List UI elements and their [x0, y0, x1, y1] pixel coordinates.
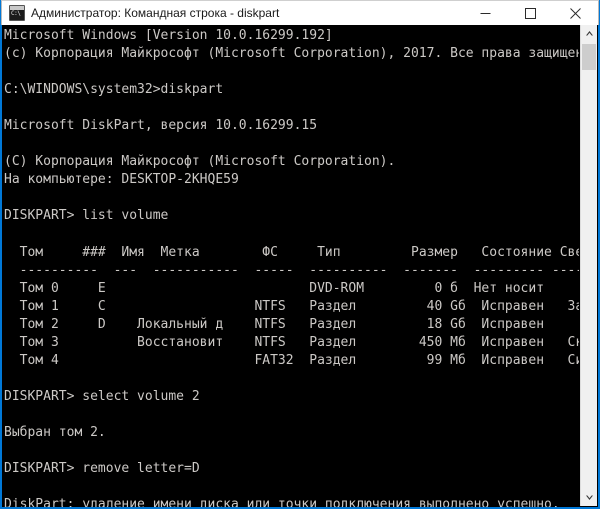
console-area[interactable]: Microsoft Windows [Version 10.0.16299.19…	[1, 25, 599, 508]
console-line: DiskPart: удаление имени диска или точки…	[4, 497, 560, 507]
console-line: C:\WINDOWS\system32>diskpart	[4, 82, 224, 98]
console-line: DISKPART> list volume	[4, 208, 169, 224]
chevron-down-icon	[585, 495, 593, 500]
scroll-up-button[interactable]	[581, 25, 597, 42]
console-line: Microsoft Windows [Version 10.0.16299.19…	[4, 28, 333, 43]
console-line: Выбран том 2.	[4, 425, 106, 441]
console-line: (C) Корпорация Майкрософт (Microsoft Cor…	[4, 154, 396, 170]
console-line: (c) Корпорация Майкрософт (Microsoft Cor…	[4, 46, 579, 62]
console-line: Том 0 E DVD-ROM 0 б Нет носит	[4, 280, 545, 296]
maximize-icon	[525, 7, 536, 19]
window-title: Администратор: Командная строка - diskpa…	[31, 6, 280, 20]
console-line: Том 2 D Локальный д NTFS Раздел 18 Gб Ис…	[4, 316, 545, 332]
scrollbar-thumb[interactable]	[582, 44, 596, 70]
console-line: ---------- --- ----------- ----- -------…	[4, 262, 579, 278]
title-bar[interactable]: C:\ Администратор: Командная строка - di…	[1, 0, 599, 25]
close-button[interactable]	[553, 1, 598, 25]
console-line: Microsoft DiskPart, версия 10.0.16299.15	[4, 118, 318, 134]
console-line: DISKPART> remove letter=D	[4, 461, 200, 477]
minimize-icon	[480, 12, 491, 14]
scroll-down-button[interactable]	[581, 489, 597, 506]
console-line: Том 1 C NTFS Раздел 40 Gб Исправен Загру…	[4, 298, 579, 314]
close-icon	[570, 7, 581, 19]
minimize-button[interactable]	[463, 1, 508, 25]
console-line: Том 3 Восстановит NTFS Раздел 450 Мб Исп…	[4, 334, 579, 350]
console-line: Том ### Имя Метка ФС Тип Размер Состояни…	[4, 244, 579, 260]
console-line: DISKPART> select volume 2	[4, 388, 200, 404]
console-icon: C:\	[9, 5, 25, 21]
console-output[interactable]: Microsoft Windows [Version 10.0.16299.19…	[4, 27, 579, 507]
console-line: На компьютере: DESKTOP-2KHQE59	[4, 172, 239, 188]
console-line: Том 4 FAT32 Раздел 99 Мб Исправен Систем…	[4, 352, 579, 368]
vertical-scrollbar[interactable]	[580, 25, 597, 506]
maximize-button[interactable]	[508, 1, 553, 25]
command-prompt-window: C:\ Администратор: Командная строка - di…	[0, 0, 600, 509]
console-icon-prompt-glyph: C:\	[11, 10, 21, 17]
chevron-up-icon	[585, 31, 593, 36]
